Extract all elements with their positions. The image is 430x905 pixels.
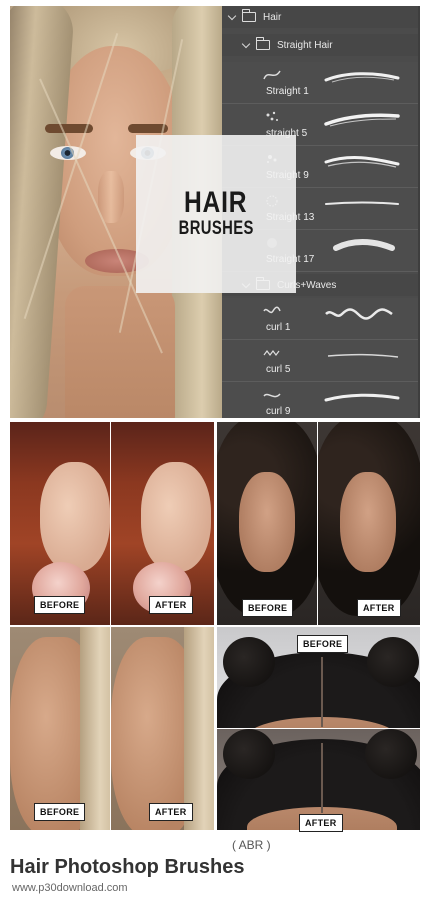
photo-blonde-before bbox=[10, 627, 110, 830]
hair-part bbox=[321, 743, 323, 813]
brush-item[interactable]: curl 1 bbox=[222, 298, 420, 340]
hair-bun-right bbox=[367, 637, 419, 687]
brush-tip-icon bbox=[263, 350, 280, 356]
after-label: AFTER bbox=[149, 803, 193, 821]
brush-stroke-preview bbox=[324, 156, 400, 168]
before-label: BEFORE bbox=[34, 596, 86, 614]
brush-label: Straight 1 bbox=[266, 86, 309, 97]
hair-bun-left bbox=[223, 637, 275, 687]
site-url[interactable]: www.p30download.com bbox=[12, 882, 128, 894]
brush-label: curl 9 bbox=[266, 406, 291, 417]
hair bbox=[184, 627, 214, 830]
brush-item[interactable]: curl 9 bbox=[222, 382, 420, 418]
brush-item[interactable]: curl 5 bbox=[222, 340, 420, 382]
folder-hair[interactable]: Hair bbox=[222, 6, 420, 28]
hair-bun-right bbox=[365, 729, 417, 779]
before-label: BEFORE bbox=[242, 599, 294, 617]
face bbox=[40, 462, 110, 572]
face bbox=[141, 462, 211, 572]
brush-tip-icon bbox=[263, 306, 281, 314]
folder-straight-hair[interactable]: Straight Hair bbox=[222, 34, 420, 56]
after-label: AFTER bbox=[299, 814, 343, 832]
preview-image: Hair Straight Hair Straight 1 straight 5… bbox=[0, 0, 430, 840]
folder-label: Straight Hair bbox=[277, 39, 333, 51]
before-label: BEFORE bbox=[34, 803, 86, 821]
photo-curly-after bbox=[318, 422, 420, 625]
brush-stroke-preview bbox=[324, 113, 400, 127]
product-title: Hair Photoshop Brushes bbox=[10, 856, 245, 878]
photo-redhead-after bbox=[111, 422, 214, 625]
brush-stroke-preview bbox=[324, 72, 400, 83]
photo-redhead-before bbox=[10, 422, 110, 625]
brush-label: curl 1 bbox=[266, 322, 291, 333]
after-label: AFTER bbox=[357, 599, 401, 617]
hair-part bbox=[321, 657, 323, 727]
chevron-down-icon bbox=[228, 12, 238, 22]
hair bbox=[80, 627, 110, 830]
brush-tip-icon bbox=[266, 111, 278, 121]
panel-divider bbox=[418, 6, 420, 418]
title-card: HAIR BRUSHES bbox=[136, 135, 296, 293]
brush-stroke-preview bbox=[333, 239, 395, 251]
after-label: AFTER bbox=[149, 596, 193, 614]
brush-label: curl 5 bbox=[266, 364, 291, 375]
brush-stroke-preview bbox=[327, 353, 399, 358]
brush-stroke-preview bbox=[325, 201, 399, 205]
brush-stroke-preview bbox=[325, 308, 393, 320]
photo-blonde-after bbox=[111, 627, 214, 830]
title-line-2: BRUSHES bbox=[178, 218, 254, 239]
before-label: BEFORE bbox=[297, 635, 349, 653]
brush-item[interactable]: Straight 1 bbox=[222, 62, 420, 104]
brush-tip-icon bbox=[263, 70, 281, 80]
format-label: ( ABR ) bbox=[232, 838, 271, 852]
face bbox=[340, 472, 396, 572]
face bbox=[239, 472, 295, 572]
chevron-down-icon bbox=[242, 40, 252, 50]
title-line-1: HAIR bbox=[184, 186, 248, 219]
brush-stroke-preview bbox=[324, 393, 400, 402]
brush-tip-icon bbox=[263, 393, 281, 398]
folder-label: Hair bbox=[263, 11, 282, 23]
photo-curly-before bbox=[217, 422, 317, 625]
hair-bun-left bbox=[223, 729, 275, 779]
folder-icon bbox=[255, 37, 270, 50]
folder-icon bbox=[241, 9, 256, 22]
neck bbox=[65, 286, 175, 418]
